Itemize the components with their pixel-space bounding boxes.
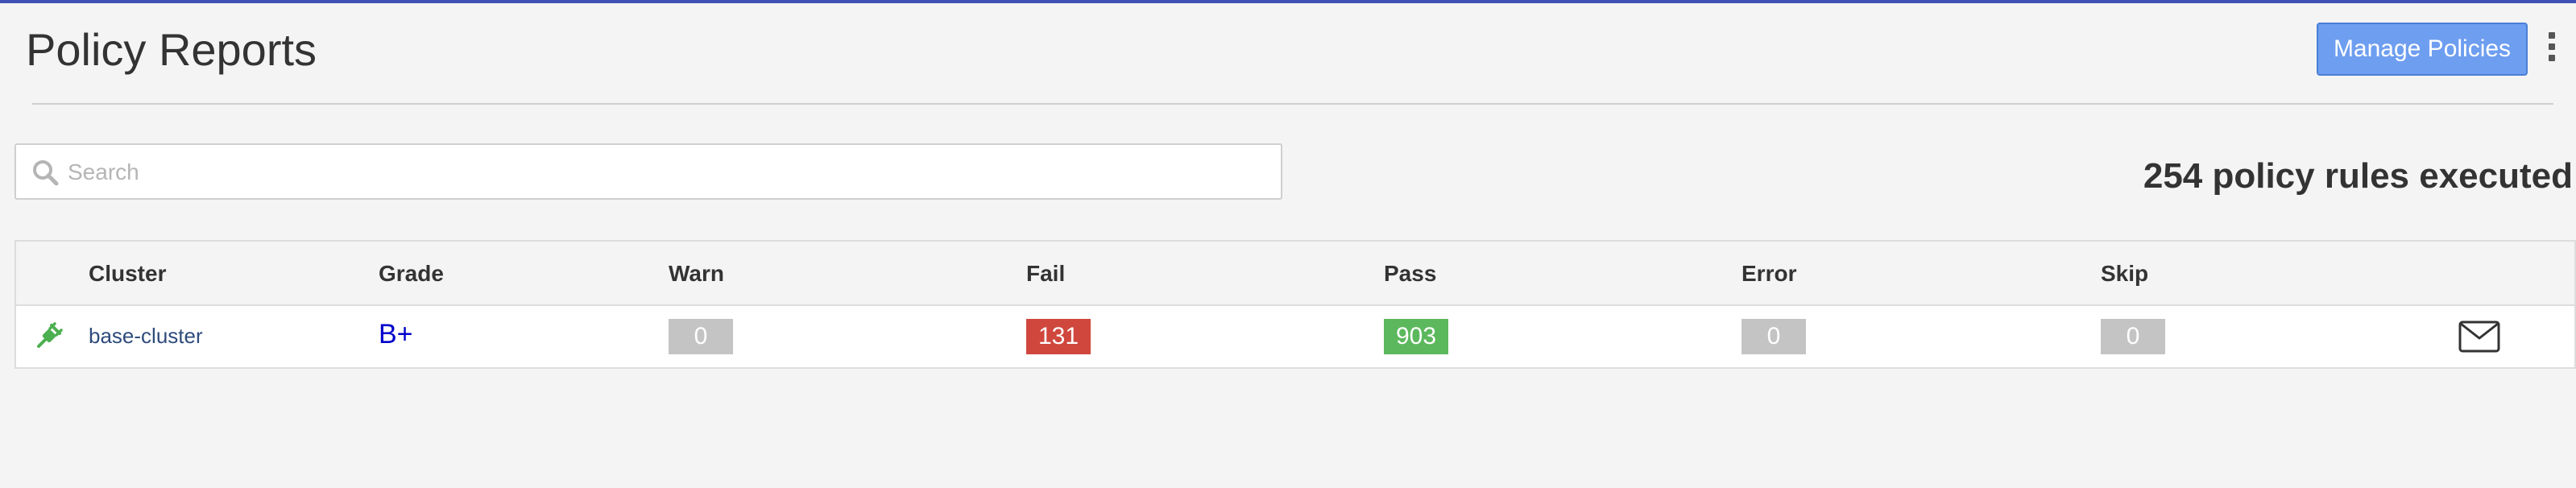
column-header-grade[interactable]: Grade [379,261,444,287]
error-count-badge: 0 [1741,319,1806,354]
manage-policies-button[interactable]: Manage Policies [2317,23,2528,76]
column-header-cluster[interactable]: Cluster [89,261,166,287]
kebab-menu-icon[interactable] [2542,32,2562,71]
top-accent-bar [0,0,2576,3]
search-box [14,143,1282,200]
pass-count-badge: 903 [1384,319,1448,354]
page-title: Policy Reports [26,24,317,75]
rules-executed-summary: 254 policy rules executed [2143,156,2573,196]
grade-value: B+ [379,319,413,349]
policy-report-table: Cluster Grade Warn Fail Pass Error Skip … [14,240,2576,369]
skip-count-badge: 0 [2101,319,2165,354]
plug-connected-icon [37,322,63,348]
table-row: base-cluster B+ 0 131 903 0 0 [16,306,2574,367]
column-header-error[interactable]: Error [1741,261,1796,287]
cluster-link[interactable]: base-cluster [89,324,203,349]
warn-count-badge: 0 [669,319,733,354]
fail-count-badge: 131 [1026,319,1091,354]
column-header-skip[interactable]: Skip [2101,261,2148,287]
table-header: Cluster Grade Warn Fail Pass Error Skip [16,242,2574,306]
search-input[interactable] [66,145,1261,200]
mail-icon[interactable] [2458,321,2500,353]
column-header-pass[interactable]: Pass [1384,261,1436,287]
search-icon [33,160,59,186]
column-header-warn[interactable]: Warn [669,261,724,287]
column-header-fail[interactable]: Fail [1026,261,1065,287]
header-divider [32,103,2553,105]
